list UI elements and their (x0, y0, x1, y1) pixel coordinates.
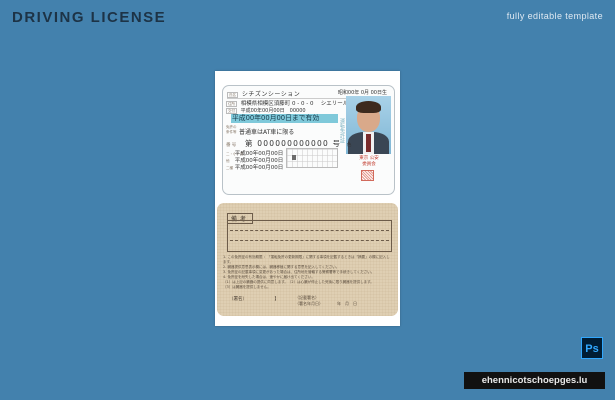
expiry-band: 平成00年00月00日まで有効 (231, 114, 338, 123)
issue-row: 交付 平成00年00月00日 00000 (226, 107, 306, 114)
license-class-row: 二種 平成00年00月00日 (226, 163, 283, 171)
conditions-value: 普通車はAT車に限る (239, 129, 295, 136)
license-back: 備考 1. この免許証の有効期限 ：「運転免許の更新期限」に関する事項を記載する… (217, 203, 398, 316)
note-line: 1. この免許証の有効期限 ：「運転免許の更新期限」に関する事項を記載するときは… (223, 255, 390, 264)
color-label: 色 (346, 143, 353, 148)
holder-name: シチズンシーション (241, 91, 301, 98)
license-class-date: 平成00年00月00日 (234, 165, 284, 171)
name-label: 氏名 (227, 92, 238, 98)
publisher-line-2: 委員会 (362, 162, 376, 167)
conditions-label-1: 免許の (226, 125, 237, 129)
back-notes: 1. この免許証の有効期限 ：「運転免許の更新期限」に関する事項を記載するときは… (223, 255, 393, 290)
number-label: 番号 (226, 143, 238, 148)
conditions-label-2: 条件等 (226, 129, 237, 134)
official-stamp-icon (361, 170, 374, 181)
photoshop-icon: Ps (581, 337, 603, 359)
family-sign-line-2: （署名年月日） 年 月 日 (295, 300, 357, 306)
license-number: 第 000000000000 号 (245, 139, 342, 148)
watermark-banner: ehennicotschoepges.lu (464, 372, 605, 389)
address-row: 住所 相模県相模区須藤町 0 - 0 - 0 シエリール000 (226, 99, 359, 107)
signature-bracket: 】 (274, 297, 279, 302)
conditions-label: 免許の 条件等 (226, 125, 237, 134)
page-subtitle: fully editable template (506, 11, 603, 21)
license-class-grid (286, 148, 338, 168)
license-sheet: 氏名 シチズンシーション 昭和00年 0月 00日生 住所 相模県相模区須藤町 … (215, 71, 400, 326)
remarks-box (227, 220, 392, 252)
license-class-tag: 二種 (226, 166, 233, 170)
date-of-birth: 昭和00年 0月 00日生 (337, 90, 387, 96)
family-signature: （記載署名） （署名年月日） 年 月 日 (295, 295, 357, 306)
signature-label: （署名） (229, 297, 247, 302)
page-title: DRIVING LICENSE (12, 9, 167, 26)
signature-field: （署名） 】 (229, 296, 279, 302)
publisher: 東京 公安 委員会 (349, 156, 389, 168)
note-line: （3）は臓器を提供しません。 (223, 285, 271, 289)
license-front: 氏名 シチズンシーション 昭和00年 0月 00日生 住所 相模県相模区須藤町 … (222, 85, 395, 195)
